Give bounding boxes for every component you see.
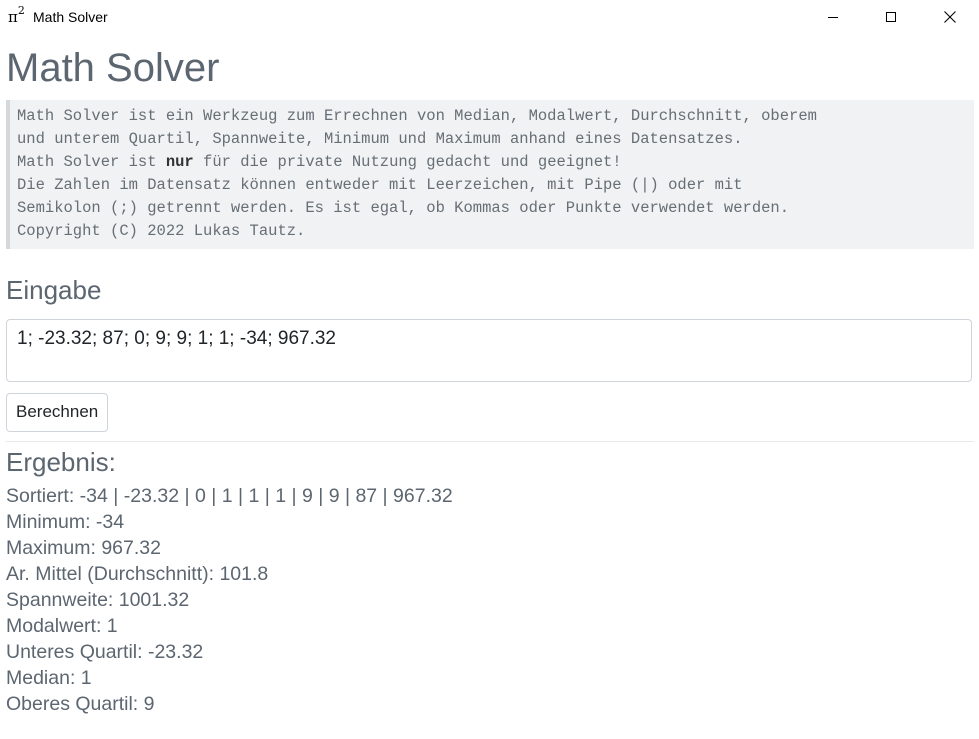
result-range: Spannweite: 1001.32 [6,589,190,611]
maximize-icon [886,12,896,22]
window-titlebar[interactable]: π2 Math Solver [0,0,979,34]
description-text: für die private Nutzung gedacht und geei… [193,153,622,171]
description-line: Die Zahlen im Datensatz können entweder … [17,176,743,194]
close-button[interactable] [921,0,979,34]
result-median: Median: 1 [6,667,92,689]
description-line: Math Solver ist ein Werkzeug zum Errechn… [17,107,817,125]
maximize-button[interactable] [862,0,920,34]
description-bold-text: nur [165,153,194,171]
result-mode: Modalwert: 1 [6,615,118,637]
input-heading: Eingabe [6,275,102,305]
result-heading: Ergebnis: [6,447,116,477]
divider [6,441,974,442]
minimize-button[interactable] [804,0,862,34]
result-lower-quartile: Unteres Quartil: -23.32 [6,641,204,663]
result-sorted: Sortiert: -34 | -23.32 | 0 | 1 | 1 | 1 |… [6,485,453,507]
result-mean: Ar. Mittel (Durchschnitt): 101.8 [6,563,269,585]
calculate-button[interactable]: Berechnen [6,393,109,432]
app-icon-superscript: 2 [17,4,25,17]
result-maximum: Maximum: 967.32 [6,537,161,559]
main-content: Math Solver Math Solver ist ein Werkzeug… [6,34,974,717]
page-title: Math Solver [6,46,220,90]
minimize-icon [828,16,838,18]
result-list: Sortiert: -34 | -23.32 | 0 | 1 | 1 | 1 |… [6,483,974,717]
description-text: Math Solver ist [17,153,166,171]
description-line: Math Solver ist nur für die private Nutz… [17,151,966,174]
dataset-input[interactable]: 1; -23.32; 87; 0; 9; 9; 1; 1; -34; 967.3… [6,319,972,382]
description-line: Semikolon (;) getrennt werden. Es ist eg… [17,199,790,217]
pi-squared-app-icon: π2 [8,4,25,26]
description-line: und unterem Quartil, Spannweite, Minimum… [17,130,743,148]
result-upper-quartile: Oberes Quartil: 9 [6,693,155,715]
close-icon [944,11,956,23]
description-block: Math Solver ist ein Werkzeug zum Errechn… [6,100,974,249]
copyright-line: Copyright (C) 2022 Lukas Tautz. [17,222,306,240]
app-icon-symbol: π [8,8,18,26]
result-minimum: Minimum: -34 [6,511,125,533]
window-title: Math Solver [33,9,108,25]
